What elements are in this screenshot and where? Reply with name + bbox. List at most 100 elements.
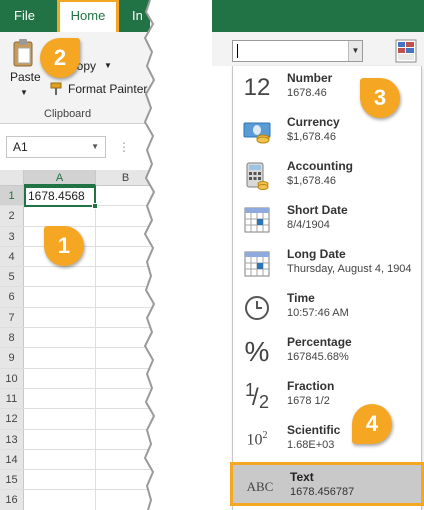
format-option-scientific[interactable]: 102 Scientific 1.68E+03 (233, 418, 423, 462)
cell-a[interactable] (24, 429, 96, 449)
short-date-calendar-icon (239, 204, 275, 236)
row-header[interactable]: 8 (0, 328, 24, 348)
format-option-name: Fraction (287, 379, 335, 393)
conditional-formatting-icon[interactable] (394, 38, 418, 64)
row-header[interactable]: 13 (0, 429, 24, 449)
row-header[interactable]: 11 (0, 388, 24, 409)
cell-a[interactable] (24, 348, 96, 368)
column-header-a[interactable]: A (24, 170, 96, 186)
table-row: 2 (0, 206, 150, 227)
format-option-name: Time (287, 291, 315, 305)
cell-a[interactable] (24, 206, 96, 226)
name-box-dropdown-icon[interactable]: ▼ (91, 142, 99, 151)
cell-a1[interactable]: 1678.4568 (24, 186, 96, 207)
cell-a[interactable] (24, 307, 96, 328)
format-option-name: Text (290, 470, 314, 484)
number-format-panel: ▼ 12 Number 1678.46 Currency $1,678.46 A… (212, 0, 424, 510)
tab-file[interactable]: File (14, 0, 35, 32)
row-header[interactable]: 6 (0, 287, 24, 307)
format-option-example: 1678.46 (287, 87, 327, 99)
table-row: 13 (0, 429, 150, 450)
row-header[interactable]: 12 (0, 409, 24, 429)
number-format-combobox[interactable]: ▼ (232, 40, 363, 62)
table-row: 12 (0, 409, 150, 430)
row-header[interactable]: 15 (0, 470, 24, 490)
format-painter-icon[interactable] (50, 82, 64, 96)
row-header[interactable]: 10 (0, 368, 24, 388)
row-header[interactable]: 3 (0, 226, 24, 246)
text-cursor (237, 44, 238, 58)
format-option-text[interactable]: ABC Text 1678.456787 (230, 462, 424, 506)
table-row: 8 (0, 328, 150, 349)
format-option-short-date[interactable]: Short Date 8/4/1904 (233, 198, 423, 242)
format-option-long-date[interactable]: Long Date Thursday, August 4, 1904 (233, 242, 423, 286)
format-option-example: 167845.68% (287, 351, 349, 363)
table-row: 15 (0, 470, 150, 491)
format-option-example: 8/4/1904 (287, 219, 330, 231)
paste-button[interactable]: Paste (10, 70, 41, 84)
format-option-example: 1678.456787 (290, 486, 355, 498)
format-option-example: $1,678.46 (287, 131, 336, 143)
cell-a[interactable] (24, 409, 96, 429)
percent-icon: % (244, 336, 270, 367)
row-header[interactable]: 4 (0, 246, 24, 267)
callout-badge-3: 3 (360, 78, 400, 118)
callout-badge-2: 2 (40, 38, 80, 78)
table-row: 14 (0, 449, 150, 471)
format-option-time[interactable]: Time 10:57:46 AM (233, 286, 423, 330)
format-option-example: $1,678.46 (287, 175, 336, 187)
format-option-name: Short Date (287, 203, 348, 217)
callout-badge-4: 4 (352, 404, 392, 444)
cell-a[interactable] (24, 267, 96, 287)
row-header[interactable]: 14 (0, 449, 24, 470)
currency-icon (239, 116, 275, 148)
callout-badge-1: 1 (44, 226, 84, 266)
format-option-name: Scientific (287, 423, 341, 437)
torn-edge-left (143, 0, 160, 510)
format-option-name: Accounting (287, 159, 353, 173)
abc-text-icon: ABC (246, 479, 274, 494)
row-header[interactable]: 16 (0, 490, 24, 510)
format-option-accounting[interactable]: Accounting $1,678.46 (233, 154, 423, 198)
table-row: 10 (0, 368, 150, 389)
row-header[interactable]: 7 (0, 307, 24, 328)
accounting-calculator-icon (239, 160, 275, 192)
long-date-calendar-icon (239, 248, 275, 280)
select-all-corner[interactable] (0, 170, 24, 186)
clipboard-group-label: Clipboard (44, 108, 92, 120)
row-header[interactable]: 9 (0, 348, 24, 368)
format-option-name: Percentage (287, 335, 352, 349)
paste-dropdown-icon[interactable]: ▼ (20, 88, 28, 97)
copy-dropdown-icon[interactable]: ▼ (104, 61, 112, 70)
clock-icon (239, 292, 275, 324)
table-row: 11 (0, 388, 150, 410)
clipboard-paste-icon[interactable] (12, 38, 34, 68)
table-row: 7 (0, 307, 150, 329)
name-box[interactable]: A1 ▼ (6, 136, 106, 158)
fill-handle[interactable] (92, 203, 98, 209)
worksheet-grid: A B 1 2 3 4 5 6 7 8 9 10 11 12 13 14 15 16 1678.4568 (0, 170, 150, 510)
tab-home[interactable]: Home (57, 0, 119, 35)
format-option-currency[interactable]: Currency $1,678.46 (233, 110, 423, 154)
format-option-percentage[interactable]: % Percentage 167845.68% (233, 330, 423, 374)
number-format-dropdown-icon[interactable]: ▼ (348, 41, 362, 61)
name-box-value: A1 (13, 140, 28, 154)
format-option-fraction[interactable]: 1 / 2 Fraction 1678 1/2 (233, 374, 423, 418)
row-header[interactable]: 2 (0, 206, 24, 226)
cell-a[interactable] (24, 388, 96, 409)
table-row: 6 (0, 287, 150, 308)
cell-a[interactable] (24, 490, 96, 510)
ribbon-tab-bar-right (212, 0, 424, 32)
cell-a[interactable] (24, 368, 96, 388)
cell-a[interactable] (24, 328, 96, 348)
format-option-example: Thursday, August 4, 1904 (287, 263, 412, 275)
cell-a[interactable] (24, 449, 96, 470)
cell-a[interactable] (24, 287, 96, 307)
row-header[interactable]: 5 (0, 267, 24, 287)
formula-bar-separator: ⋮ (118, 140, 132, 154)
format-option-example: 1.68E+03 (287, 439, 335, 451)
scientific-icon: 102 (246, 430, 268, 449)
row-header[interactable]: 1 (0, 186, 24, 206)
number-12-icon: 12 (243, 74, 271, 101)
cell-a[interactable] (24, 470, 96, 490)
